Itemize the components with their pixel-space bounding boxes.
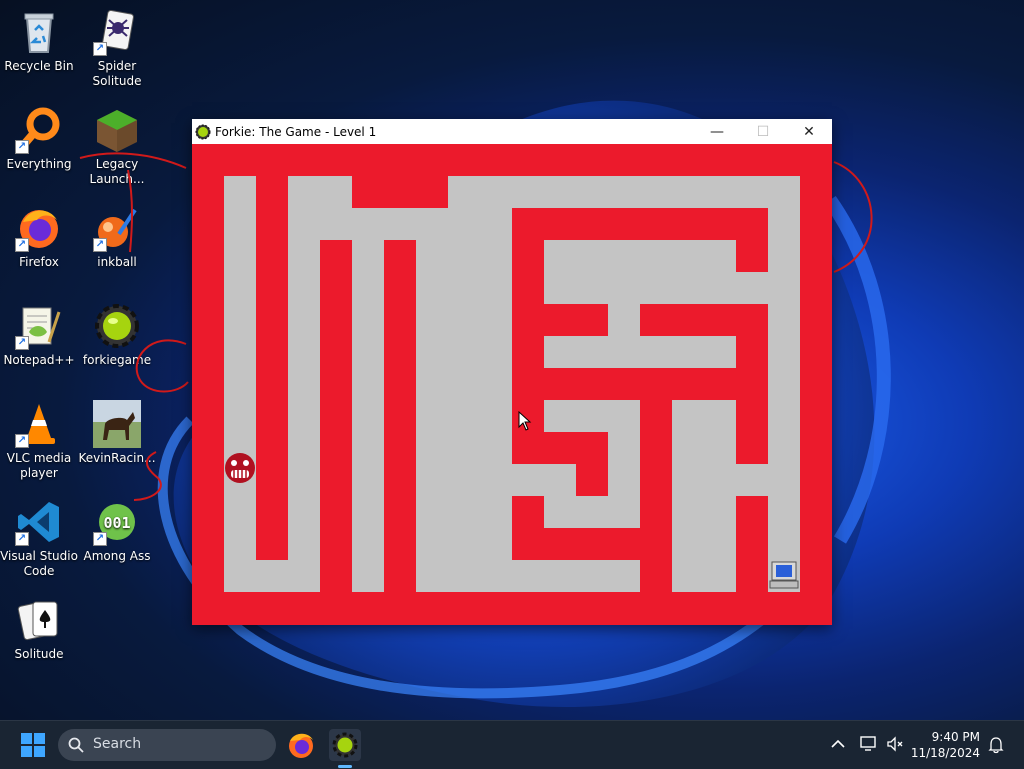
desktop-icon-label: forkiegame [82, 353, 152, 367]
close-button[interactable]: ✕ [786, 119, 832, 144]
desktop-icon-notepad-plus-plus[interactable]: ↗ Notepad++ [0, 302, 78, 368]
maze-path-segment [352, 240, 384, 592]
minimize-button[interactable]: — [694, 119, 740, 144]
shortcut-arrow-icon: ↗ [93, 238, 107, 252]
goal-computer-sprite [769, 561, 799, 589]
horse-photo-icon [93, 400, 141, 448]
windows-start-icon[interactable] [17, 729, 49, 761]
maze-path-segment [768, 176, 800, 592]
maze-path-segment [608, 304, 640, 336]
minecraft-legacy-launcher-icon [93, 106, 141, 154]
maze-path-segment [480, 176, 512, 592]
desktop-icon-inkball[interactable]: ↗ inkball [78, 204, 156, 270]
chevron-up-icon[interactable] [831, 739, 845, 749]
desktop-icon-label: Solitude [14, 647, 64, 661]
firefox-taskbar-icon[interactable] [285, 729, 317, 761]
maze-path-segment [512, 464, 576, 496]
desktop-icon-label: Spider Solitude [92, 59, 142, 88]
maze-path-segment [544, 272, 800, 304]
forkie-gear-icon [195, 124, 211, 139]
shortcut-arrow-icon: ↗ [15, 238, 29, 252]
desktop-icon-label: Firefox [19, 255, 59, 269]
desktop-icon-label: Among Ass [83, 549, 151, 563]
maze-path-segment [544, 496, 640, 528]
maze-canvas[interactable] [192, 144, 832, 625]
svg-text:001: 001 [103, 514, 130, 532]
network-icon[interactable] [860, 736, 878, 752]
vscode-icon: ↗ [15, 498, 63, 546]
desktop-icon-everything[interactable]: ↗ Everything [0, 106, 78, 172]
inkball-icon: ↗ [93, 204, 141, 252]
maze-path-segment [544, 336, 736, 368]
maze-path-segment [672, 400, 736, 592]
shortcut-arrow-icon: ↗ [15, 434, 29, 448]
maze-path-segment [224, 176, 256, 592]
desktop-icon-forkiegame[interactable]: forkiegame [78, 302, 156, 368]
desktop-icon-recycle-bin[interactable]: Recycle Bin [0, 8, 78, 74]
maze-path-segment [320, 176, 352, 208]
desktop-icon-label: inkball [97, 255, 137, 269]
solitaire-cards-icon [15, 596, 63, 644]
search-label: Search [93, 736, 142, 752]
clock-time: 9:40 PM [931, 730, 980, 744]
maze-path-segment [416, 240, 448, 592]
everything-search-icon: ↗ [15, 106, 63, 154]
taskbar-search-box[interactable]: Search [58, 729, 276, 761]
desktop-icon-label: Everything [6, 157, 72, 171]
player-creature-sprite [225, 453, 255, 483]
desktop-icon-firefox[interactable]: ↗ Firefox [0, 204, 78, 270]
maze-path-segment [736, 464, 768, 496]
forkie-gear-taskbar-icon[interactable] [329, 729, 361, 761]
desktop-icon-legacy-launcher[interactable]: Legacy Launch... [78, 106, 156, 187]
maze-path-segment [416, 560, 640, 592]
system-clock[interactable]: 9:40 PM 11/18/2024 [911, 729, 980, 761]
shortcut-arrow-icon: ↗ [15, 140, 29, 154]
desktop-icon-kevinracing[interactable]: KevinRacin... [78, 400, 156, 466]
clock-date: 11/18/2024 [910, 746, 980, 760]
desktop-icon-among-ass[interactable]: 001 ↗ Among Ass [78, 498, 156, 564]
notification-bell-icon[interactable] [988, 736, 1004, 754]
firefox-icon: ↗ [15, 204, 63, 252]
volume-muted-icon[interactable] [886, 736, 904, 752]
maze-path-segment [480, 176, 800, 208]
window-titlebar[interactable]: Forkie: The Game - Level 1 — ☐ ✕ [192, 119, 832, 144]
desktop-icon-label: Legacy Launch... [89, 157, 145, 186]
forkie-gear-icon [93, 302, 141, 350]
spider-solitaire-icon: ↗ [93, 8, 141, 56]
desktop-icon-label: VLC media player [6, 451, 72, 480]
desktop-icon-label: Visual Studio Code [0, 549, 78, 578]
game-window[interactable]: Forkie: The Game - Level 1 — ☐ ✕ [192, 119, 832, 625]
desktop-icon-label: Recycle Bin [4, 59, 74, 73]
maze-path-segment [288, 176, 320, 208]
maximize-button[interactable]: ☐ [740, 119, 786, 144]
shortcut-arrow-icon: ↗ [15, 336, 29, 350]
shortcut-arrow-icon: ↗ [15, 532, 29, 546]
vlc-cone-icon: ↗ [15, 400, 63, 448]
taskbar: Search 9:40 PM 11/18/2024 [0, 720, 1024, 769]
maze-path-segment [320, 208, 448, 240]
notepad-plus-plus-icon: ↗ [15, 302, 63, 350]
maze-path-segment [448, 176, 480, 560]
shortcut-arrow-icon: ↗ [93, 532, 107, 546]
maze-path-segment [288, 176, 320, 592]
desktop-icon-label: KevinRacin... [78, 451, 156, 465]
desktop-icon-label: Notepad++ [3, 353, 75, 367]
desktop-icon-solitude[interactable]: Solitude [0, 596, 78, 662]
shortcut-arrow-icon: ↗ [93, 42, 107, 56]
mouse-cursor-icon [518, 411, 532, 431]
recycle-bin-icon [15, 8, 63, 56]
search-icon [68, 737, 84, 753]
among-ass-001-icon: 001 ↗ [93, 498, 141, 546]
desktop-icon-spider-solitude[interactable]: ↗ Spider Solitude [78, 8, 156, 89]
desktop-icon-vlc[interactable]: ↗ VLC media player [0, 400, 78, 481]
desktop-icon-vscode[interactable]: ↗ Visual Studio Code [0, 498, 78, 579]
window-title: Forkie: The Game - Level 1 [215, 124, 377, 139]
